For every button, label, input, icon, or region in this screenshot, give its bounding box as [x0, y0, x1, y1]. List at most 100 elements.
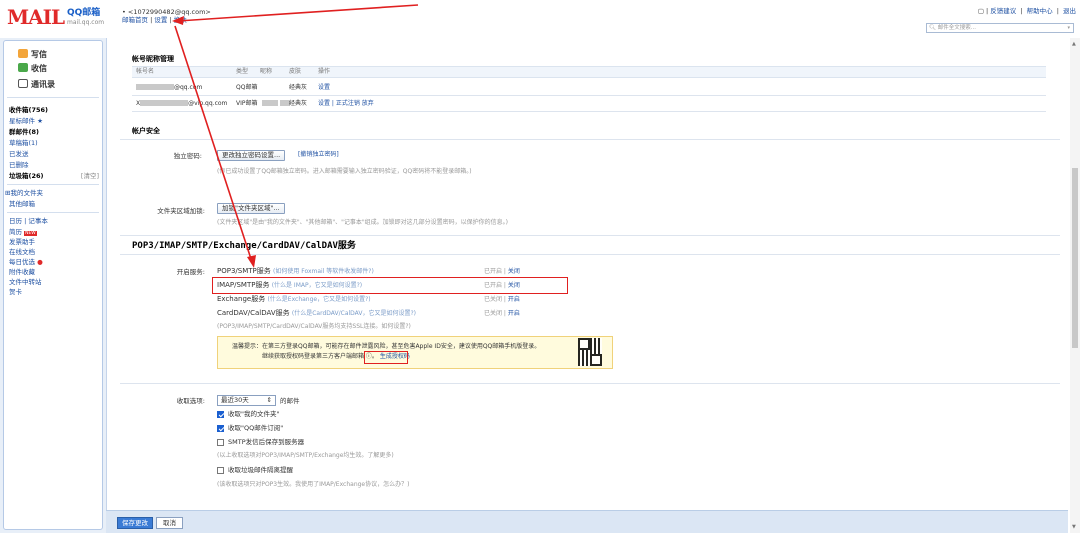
pop3-help-link[interactable]: (如何使用 Foxmail 等软件收发邮件?)	[273, 268, 374, 275]
sidebar-link-invoice[interactable]: 发票助手	[9, 238, 35, 246]
sidebar-link-card[interactable]: 贺卡	[9, 288, 22, 296]
exchange-service: Exchange服务 (什么是Exchange，它又是如何设置?)	[217, 295, 371, 303]
change-pwd-button[interactable]: 更改独立密码设置...	[217, 150, 286, 161]
pop3-service: POP3/SMTP服务 (如何使用 Foxmail 等软件收发邮件?)	[217, 267, 374, 275]
receive-range-select[interactable]: 最近30天 ⇕	[217, 395, 276, 406]
checkbox-my-folders[interactable]	[217, 411, 224, 418]
notes-link[interactable]: 记事本	[28, 217, 48, 225]
imap-highlight-box	[212, 277, 568, 294]
sidebar-link-transfer[interactable]: 文件中转站	[9, 278, 42, 286]
feedback-link[interactable]: 反馈建议	[990, 7, 1016, 15]
pencil-icon	[18, 49, 28, 58]
qq-mail-logo[interactable]: MAIL QQ邮箱 mail.qq.com	[7, 6, 109, 28]
calendar-notes: 日历 | 记事本	[9, 217, 48, 225]
account-row-type: VIP邮箱	[236, 100, 258, 107]
revoke-pwd-link[interactable]: [撤销独立密码]	[298, 151, 339, 159]
exchange-help-link[interactable]: (什么是Exchange，它又是如何设置?)	[267, 296, 370, 303]
checkbox-smtp-save-label: SMTP发信后保存到服务器	[228, 438, 305, 446]
col-ops: 操作	[318, 68, 331, 75]
receive-note-2: (该收取选项只对POP3生效。我使用了IMAP/Exchange协议，怎么办？)	[217, 481, 410, 488]
red-dot-icon: ●	[37, 258, 43, 266]
sidebar-link-docs[interactable]: 在线文档	[9, 248, 35, 256]
other-mailbox[interactable]: 其他邮箱	[9, 200, 35, 208]
checkbox-qq-subscription[interactable]	[217, 425, 224, 432]
pop3-toggle-link[interactable]: 关闭	[508, 268, 520, 275]
sidebar-link-daily[interactable]: 每日优选 ●	[9, 258, 43, 266]
sidebar-link-attach[interactable]: 附件收藏	[9, 268, 35, 276]
caldav-toggle-link[interactable]: 开启	[508, 310, 520, 317]
logout-link[interactable]: 退出	[1063, 7, 1076, 15]
help-link[interactable]: 帮助中心	[1027, 7, 1053, 15]
user-email: <1072990482@qq.com>	[127, 8, 211, 16]
sidebar-item-inbox[interactable]: 收件箱(756)	[9, 106, 48, 114]
folder-lock-label: 文件夹区域加锁:	[157, 207, 205, 215]
divider	[7, 97, 99, 98]
qr-code-icon	[578, 338, 602, 366]
account-row-name: X @vip.qq.com	[136, 100, 228, 107]
chevron-down-icon: ⇕	[266, 396, 272, 404]
sidebar-item-deleted[interactable]: 已删除	[9, 161, 29, 169]
folder-lock-button[interactable]: 加锁"文件夹区域"...	[217, 203, 285, 214]
search-icon: 🔍︎	[929, 25, 936, 31]
sidebar-item-group[interactable]: 群邮件(8)	[9, 128, 39, 136]
account-row-type: QQ邮箱	[236, 84, 258, 91]
receive-suffix: 的邮件	[280, 397, 300, 405]
scroll-up-icon[interactable]: ▲	[1072, 41, 1076, 47]
caldav-help-link[interactable]: (什么是CardDAV/CalDAV，它又是如何设置?)	[292, 310, 416, 317]
mail-home-link[interactable]: 邮箱首页	[122, 16, 148, 24]
account-row-ops[interactable]: 设置	[318, 84, 330, 92]
checkbox-spam-alert-label: 收取垃圾邮件隔离提醒	[228, 466, 293, 474]
pop-section-title: POP3/IMAP/SMTP/Exchange/CardDAV/CalDAV服务	[132, 241, 356, 251]
scroll-down-icon[interactable]: ▼	[1072, 524, 1076, 530]
receive-button[interactable]: 收信	[18, 63, 47, 74]
contacts-button[interactable]: 通讯录	[18, 79, 55, 90]
checkbox-spam-alert[interactable]	[217, 467, 224, 474]
sidebar-item-sent[interactable]: 已发送	[9, 150, 29, 158]
inbox-icon	[18, 63, 28, 72]
warning-line-1: 温馨提示：在第三方登录QQ邮箱，可能存在邮件泄露风险，甚至危害Apple ID安…	[232, 343, 541, 350]
caldav-status: 已关闭 | 开启	[484, 310, 520, 317]
col-type: 类型	[236, 68, 249, 75]
open-service-label: 开启服务:	[176, 268, 205, 276]
feedback-icon: ▢	[977, 7, 985, 15]
empty-trash-link[interactable]: [清空]	[81, 172, 99, 180]
sidebar-item-drafts[interactable]: 草稿箱(1)	[9, 139, 38, 147]
calendar-link[interactable]: 日历	[9, 217, 22, 225]
user-info: • <1072990482@qq.com> 邮箱首页 | 设置 | 换肤	[122, 8, 211, 24]
col-name: 帐号名	[136, 68, 155, 75]
sidebar-link-resume[interactable]: 简历 NEW	[9, 228, 37, 238]
sidebar: 写信 收信 通讯录 收件箱(756) 星标邮件 ★ 群邮件(8) 草稿箱(1) …	[0, 38, 106, 533]
folder-lock-hint: (文件夹区域"是由"我的文件夹"、"其他邮箱"、"记事本"组成。加锁即对这几部分…	[217, 219, 509, 226]
chevron-down-icon[interactable]: ▾	[1067, 24, 1070, 32]
skin-link[interactable]: 换肤	[174, 16, 187, 24]
settings-link[interactable]: 设置	[154, 16, 167, 24]
auth-code-highlight-box	[364, 351, 408, 364]
logo-mark: MAIL	[7, 5, 65, 29]
sidebar-item-starred[interactable]: 星标邮件 ★	[9, 117, 43, 125]
checkbox-my-folders-label: 收取"我的文件夹"	[228, 410, 280, 418]
scrollbar-thumb[interactable]	[1072, 168, 1078, 348]
mail-search-input[interactable]: 🔍︎ 邮件全文搜索... ▾	[926, 23, 1074, 33]
receive-options-label: 收取选项:	[176, 397, 205, 405]
sidebar-item-trash[interactable]: 垃圾箱(26) [清空]	[9, 172, 99, 180]
exchange-status: 已关闭 | 开启	[484, 296, 520, 303]
cancel-button[interactable]: 取消	[156, 517, 183, 529]
col-nick: 昵称	[260, 68, 273, 75]
my-folders[interactable]: ⊞我的文件夹	[5, 189, 43, 197]
account-row-ops[interactable]: 设置 | 正式注销 放弃	[318, 100, 374, 108]
account-row-skin: 经典灰	[289, 84, 308, 91]
checkbox-qq-subscription-label: 收取"QQ邮件订阅"	[228, 424, 284, 432]
top-header: MAIL QQ邮箱 mail.qq.com • <1072990482@qq.c…	[0, 0, 1080, 38]
logo-brand: QQ邮箱	[67, 8, 101, 18]
vertical-scrollbar[interactable]: ▲ ▼	[1070, 38, 1080, 533]
logo-sub: mail.qq.com	[67, 19, 105, 26]
pop3-status: 已开启 | 关闭	[484, 268, 520, 275]
write-button[interactable]: 写信	[18, 49, 47, 60]
sidebar-panel: 写信 收信 通讯录 收件箱(756) 星标邮件 ★ 群邮件(8) 草稿箱(1) …	[3, 40, 103, 530]
exchange-toggle-link[interactable]: 开启	[508, 296, 520, 303]
checkbox-smtp-save[interactable]	[217, 439, 224, 446]
save-button[interactable]: 保存更改	[117, 517, 153, 529]
new-badge: NEW	[24, 231, 37, 236]
top-links: ▢ | 反馈建议 | 帮助中心 | 退出	[977, 7, 1076, 15]
security-section-title: 帐户安全	[132, 127, 160, 135]
